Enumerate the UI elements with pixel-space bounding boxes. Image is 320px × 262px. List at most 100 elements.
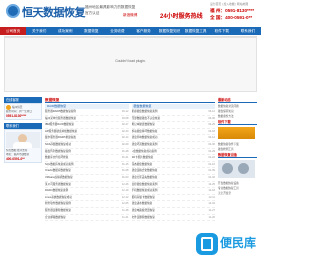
list-item-date: 01-02	[208, 175, 215, 179]
list-item[interactable]: 磁盘阵列数据恢复案例 01-28	[45, 149, 129, 156]
list-item[interactable]: 数据库文件损坏修复 01-21	[45, 155, 129, 162]
download-banner-image[interactable]	[218, 127, 255, 139]
list-item[interactable]: HP服务器硬盘掉线数据恢复 02-20	[45, 129, 129, 136]
list-item-title: Linux系统数据恢复成功	[45, 195, 72, 199]
list-item-date: 12-26	[121, 182, 129, 186]
list-item[interactable]: 戴尔服务器RAID5重建失败 02-14	[45, 135, 129, 142]
list-item[interactable]: Oracle数据库数据恢复 01-08	[45, 168, 129, 175]
list-item[interactable]: 服务器RAID5数据恢复案例 03-12	[45, 109, 129, 116]
equipment-list: 开盘数据恢复设备 专业数据恢复工具 无尘开盘室	[218, 180, 257, 196]
list-item-date: 12-05	[121, 202, 129, 206]
logo-icon	[6, 4, 20, 18]
list-item[interactable]: NAS存储数据恢复成功 02-09	[45, 142, 129, 149]
list-item[interactable]: 硬盘分区丢失数据恢复 01-02	[131, 175, 215, 182]
list-item[interactable]: 企业邮箱数据恢复 11-21	[45, 215, 129, 222]
nav-item-tools[interactable]: 数据恢复工具	[183, 27, 209, 35]
person-body	[13, 142, 32, 149]
list-item-title: RAID1数据恢复案例	[45, 189, 69, 193]
list-item[interactable]: 硬盘进水数据恢复 12-04	[131, 201, 215, 208]
header-certified: 官方认证	[85, 11, 100, 15]
list-item-date: 12-25	[208, 182, 215, 186]
list-item[interactable]: 硬盘坏道数据恢复案例 02-06	[131, 142, 215, 149]
list-item[interactable]: 移动硬盘摔坏数据恢复 02-18	[131, 129, 215, 136]
list-item[interactable]: 西部数据硬盘不认盘恢复 03-06	[131, 116, 215, 123]
list-item[interactable]: 文件误删除数据恢复 11-20	[131, 215, 215, 222]
nav-item-cases[interactable]: 成功案例	[52, 27, 78, 35]
list-item-date: 01-09	[208, 169, 215, 173]
list-item[interactable]: 硬盘异响数据恢复成功 02-12	[131, 135, 215, 142]
list-item-title: 福州某单位服务器数据恢复	[45, 116, 77, 120]
list-item[interactable]: SQL数据库恢复成功案例 01-15	[45, 162, 129, 169]
support-person-image	[6, 132, 40, 149]
list-item[interactable]: IBM服务器RAID数据恢复 02-27	[45, 122, 129, 129]
list-item[interactable]: 希捷硬盘数据恢复案例 03-12	[131, 109, 215, 116]
nav-item-knowledge[interactable]: 数据恢复知识	[157, 27, 183, 35]
list-item-date: 11-27	[208, 208, 215, 212]
phone-national-number: 400-0591-0**	[225, 15, 253, 20]
list-item-date: 02-25	[208, 123, 215, 127]
nav-item-about[interactable]: 关于我们	[26, 27, 52, 35]
list-item[interactable]: Linux系统数据恢复成功 12-12	[45, 195, 129, 202]
list-item-date: 02-14	[121, 136, 129, 140]
list-item-date: 11-28	[122, 208, 129, 212]
list-item-title: 某公司服务器数据恢复	[45, 182, 71, 186]
list-item[interactable]: 手机数据恢复成功案例 12-18	[131, 188, 215, 195]
list-item[interactable]: 监控硬盘数据恢复案例 12-25	[131, 182, 215, 189]
disk-icon	[222, 163, 233, 174]
list-item[interactable]: RAID1数据恢复案例 12-19	[45, 188, 129, 195]
nav-item-recovery[interactable]: 数据恢复	[78, 27, 104, 35]
top-links[interactable]: 设为首页 | 加入收藏 | 网站地图	[210, 2, 248, 6]
contact-phone-2: 400-0591-0**	[6, 157, 25, 162]
list-item[interactable]: VMware虚拟机数据恢复 01-03	[45, 175, 129, 182]
watermark-logo-inner	[201, 237, 213, 251]
sina-weibo-link[interactable]: 新浪微博	[123, 13, 137, 18]
watermark: 便民库	[196, 232, 260, 260]
disk-column: 硬盘数据恢复 希捷硬盘数据恢复案例 03-12 西部数据硬盘不认盘恢复 03-06 笔记…	[131, 104, 215, 222]
list-item[interactable]: SD卡照片数据恢复 01-22	[131, 155, 215, 162]
list-item[interactable]: 相机存储卡数据恢复 12-11	[131, 195, 215, 202]
list-item[interactable]: U盘数据恢复成功案例 01-29	[131, 149, 215, 156]
logo-text: 恒天数据恢复	[22, 7, 86, 19]
site-logo[interactable]: 恒天数据恢复	[6, 3, 86, 23]
nav-item-pricing[interactable]: 业务收费	[104, 27, 130, 35]
main-nav: 公司首页 关于我们 成功案例 数据恢复 业务收费 客户服务 数据恢复知识 数据恢…	[0, 27, 261, 35]
list-item-date: 01-03	[121, 175, 129, 179]
list-item-title: SD卡照片数据恢复	[131, 156, 154, 160]
list-item-title: 硬盘进水数据恢复	[131, 202, 153, 206]
nav-item-service[interactable]: 客户服务	[130, 27, 156, 35]
list-item-date: 02-18	[208, 129, 215, 133]
list-item[interactable]: 固态硬盘数据恢复 01-16	[131, 162, 215, 169]
list-item-date: 02-12	[208, 136, 215, 140]
list-item-date: 01-16	[208, 162, 215, 166]
raid-column: RAID数据恢复 服务器RAID5数据恢复案例 03-12 福州某单位服务器数据恢复…	[45, 104, 129, 222]
list-item-date: 03-12	[121, 110, 129, 113]
equipment-image[interactable]	[218, 160, 255, 178]
list-item-date: 03-12	[208, 110, 215, 113]
list-item-date: 01-15	[121, 162, 129, 166]
plugin-error-message: Couldn't load plugin.	[115, 59, 146, 63]
list-item-title: Oracle数据库数据恢复	[45, 169, 71, 173]
list-item[interactable]: 服务器误删除数据恢复 11-28	[45, 208, 129, 215]
nav-item-download[interactable]: 软件下载	[209, 27, 235, 35]
list-item[interactable]: 笔记本硬盘数据恢复 02-25	[131, 122, 215, 129]
list-item-title: SQL数据库恢复成功案例	[45, 162, 74, 166]
list-item-title: 移动硬盘摔坏数据恢复	[131, 129, 158, 133]
download-box-title: 软件下载	[218, 119, 257, 125]
list-item[interactable]: 某公司服务器数据恢复 12-26	[45, 182, 129, 189]
equipment-item[interactable]: 无尘开盘室	[218, 191, 257, 196]
list-item-title: 硬盘分区丢失数据恢复	[131, 175, 158, 179]
nav-item-home[interactable]: 公司首页	[0, 27, 27, 35]
service-hotline-label: 24小时服务热线	[160, 14, 203, 20]
qq-service-label: 福州恒天	[12, 106, 23, 110]
list-item[interactable]: 硬盘电路板烧毁恢复 11-27	[131, 208, 215, 215]
list-item[interactable]: 财务软件数据恢复案例 12-05	[45, 201, 129, 208]
list-item[interactable]: 硬盘误格式化数据恢复 01-09	[131, 168, 215, 175]
list-item-title: 希捷硬盘数据恢复案例	[131, 110, 158, 113]
list-item-title: 硬盘误格式化数据恢复	[131, 169, 158, 173]
list-item-title: 固态硬盘数据恢复	[131, 162, 153, 166]
nav-item-contact[interactable]: 联系我们	[235, 27, 261, 35]
phone-national-city: 全 国	[210, 15, 221, 20]
disk-icon	[238, 163, 249, 174]
header-tagline: 福州地区最具影响力的数据恢复	[85, 5, 136, 9]
list-item[interactable]: 福州某单位服务器数据恢复 03-08	[45, 116, 129, 123]
